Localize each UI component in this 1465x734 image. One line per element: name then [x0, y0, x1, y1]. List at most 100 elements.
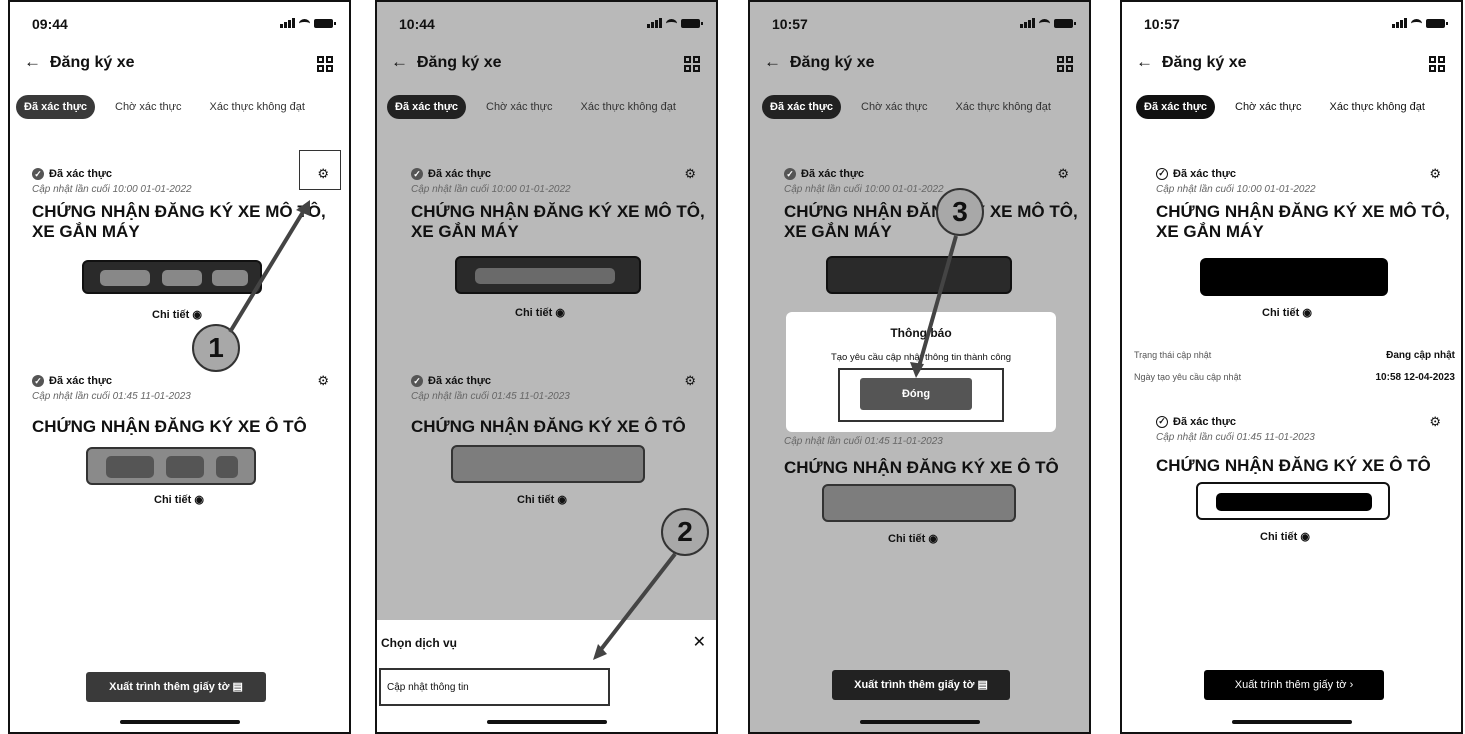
license-plate-redacted — [82, 260, 262, 294]
last-updated: Cập nhật lần cuối 10:00 01-01-2022 — [32, 184, 192, 195]
clock: 10:57 — [1144, 16, 1180, 32]
card-title: CHỨNG NHẬN ĐĂNG KÝ XE Ô TÔ — [32, 417, 307, 436]
license-plate-redacted — [455, 256, 641, 294]
screen-4: 10:57 ← Đăng ký xe Đã xác thực Chờ xác t… — [1120, 0, 1463, 734]
signal-icon — [280, 18, 295, 28]
verified-status: ✓ Đã xác thực — [784, 168, 864, 180]
update-info-option[interactable]: Cập nhật thông tin — [379, 668, 610, 706]
tab-failed[interactable]: Xác thực không đạt — [573, 95, 684, 119]
gear-icon[interactable]: ⚙ — [1429, 166, 1441, 182]
detail-link[interactable]: Chi tiết ◉ — [888, 532, 938, 545]
export-documents-button[interactable]: Xuất trình thêm giấy tờ ▤ — [832, 670, 1010, 700]
service-bottom-sheet: Chọn dịch vụ ✕ Cập nhật thông tin — [377, 620, 716, 732]
eye-icon: ◉ — [555, 307, 565, 319]
gear-icon[interactable]: ⚙ — [684, 373, 696, 389]
screen-3: 10:57 ← Đăng ký xe Đã xác thực Chờ xác t… — [748, 0, 1091, 734]
last-updated: Cập nhật lần cuối 01:45 11-01-2023 — [32, 391, 191, 402]
status-bar: 10:57 — [750, 2, 1089, 42]
check-circle-icon: ✓ — [32, 375, 44, 387]
notification-dialog: Thông báo Tạo yêu cầu cập nhật thông tin… — [786, 312, 1056, 432]
chevron-right-icon: › — [1349, 679, 1354, 691]
detail-link[interactable]: Chi tiết ◉ — [1262, 306, 1312, 319]
gear-icon[interactable]: ⚙ — [1057, 166, 1069, 182]
gear-icon[interactable]: ⚙ — [317, 373, 329, 389]
license-plate-redacted — [1196, 482, 1390, 520]
update-status-row: Trạng thái cập nhật Đang cập nhật — [1134, 350, 1455, 361]
status-bar: 10:57 — [1122, 2, 1461, 42]
system-icons — [647, 18, 703, 28]
verified-status: ✓ Đã xác thực — [32, 375, 112, 387]
close-icon[interactable]: ✕ — [693, 632, 706, 652]
verified-status: ✓ Đã xác thực — [32, 168, 112, 180]
home-indicator — [859, 720, 980, 724]
app-header: ← Đăng ký xe — [750, 50, 1089, 80]
eye-icon: ◉ — [1302, 307, 1312, 319]
screen-2: 10:44 ← Đăng ký xe Đã xác thực Chờ xác t… — [375, 0, 718, 734]
tab-pending[interactable]: Chờ xác thực — [1227, 95, 1310, 119]
back-arrow-icon[interactable]: ← — [764, 52, 781, 72]
detail-link[interactable]: Chi tiết ◉ — [152, 308, 202, 321]
home-indicator — [486, 720, 607, 724]
qr-code-icon[interactable] — [317, 56, 333, 72]
export-documents-button[interactable]: Xuất trình thêm giấy tờ ▤ — [86, 672, 266, 702]
clock: 09:44 — [32, 16, 68, 32]
tab-verified[interactable]: Đã xác thực — [16, 95, 95, 119]
app-header: ← Đăng ký xe — [1122, 50, 1461, 80]
check-circle-icon: ✓ — [32, 168, 44, 180]
gear-icon[interactable]: ⚙ — [1429, 414, 1441, 430]
highlight-box — [299, 150, 341, 190]
request-date-value: 10:58 12-04-2023 — [1375, 372, 1455, 383]
tab-verified[interactable]: Đã xác thực — [1136, 95, 1215, 119]
check-circle-icon: ✓ — [1156, 416, 1168, 428]
page-title: Đăng ký xe — [50, 54, 135, 71]
card-title: CHỨNG NHẬN ĐĂNG KÝ XE Ô TÔ — [411, 417, 686, 436]
eye-icon: ◉ — [928, 533, 938, 545]
tab-pending[interactable]: Chờ xác thực — [107, 95, 190, 119]
eye-icon: ◉ — [194, 494, 204, 506]
qr-code-icon[interactable] — [684, 56, 700, 72]
system-icons — [1392, 18, 1448, 28]
license-plate-redacted — [826, 256, 1012, 294]
battery-icon — [314, 18, 336, 28]
detail-link[interactable]: Chi tiết ◉ — [154, 493, 204, 506]
verified-status: ✓ Đã xác thực — [1156, 168, 1236, 180]
back-arrow-icon[interactable]: ← — [391, 52, 408, 72]
back-arrow-icon[interactable]: ← — [24, 52, 41, 72]
license-plate-redacted — [86, 447, 256, 485]
page-title: Đăng ký xe — [1162, 54, 1247, 71]
request-date-row: Ngày tạo yêu cầu cập nhật 10:58 12-04-20… — [1134, 372, 1455, 383]
tab-failed[interactable]: Xác thực không đạt — [202, 95, 313, 119]
detail-link[interactable]: Chi tiết ◉ — [517, 493, 567, 506]
export-documents-button[interactable]: Xuất trình thêm giấy tờ › — [1204, 670, 1384, 700]
detail-link[interactable]: Chi tiết ◉ — [1260, 530, 1310, 543]
close-dialog-button[interactable]: Đóng — [860, 378, 972, 410]
tab-verified[interactable]: Đã xác thực — [762, 95, 841, 119]
qr-code-icon[interactable] — [1429, 56, 1445, 72]
system-icons — [1020, 18, 1076, 28]
tab-pending[interactable]: Chờ xác thực — [853, 95, 936, 119]
battery-icon — [1054, 18, 1076, 28]
status-bar: 09:44 — [10, 2, 349, 42]
tab-verified[interactable]: Đã xác thực — [387, 95, 466, 119]
step-badge: 1 — [192, 324, 240, 372]
tab-bar: Đã xác thực Chờ xác thực Xác thực không … — [16, 94, 341, 120]
tab-failed[interactable]: Xác thực không đạt — [1322, 95, 1433, 119]
last-updated: Cập nhật lần cuối 10:00 01-01-2022 — [1156, 184, 1316, 195]
detail-link[interactable]: Chi tiết ◉ — [515, 306, 565, 319]
card-title: CHỨNG NHẬN ĐĂNG KÝ XE Ô TÔ — [784, 458, 1059, 477]
car-registration-card: ✓ Đã xác thực ⚙ Cập nhật lần cuối 01:45 1… — [32, 373, 335, 515]
eye-icon: ◉ — [557, 494, 567, 506]
qr-code-icon[interactable] — [1057, 56, 1073, 72]
page-title: Đăng ký xe — [417, 54, 502, 71]
tab-failed[interactable]: Xác thực không đạt — [948, 95, 1059, 119]
system-icons — [280, 18, 336, 28]
motorbike-registration-card: ✓ Đã xác thực ⚙ Cập nhật lần cuối 10:00 0… — [1156, 166, 1450, 319]
check-circle-icon: ✓ — [411, 168, 423, 180]
step-badge: 3 — [936, 188, 984, 236]
back-arrow-icon[interactable]: ← — [1136, 52, 1153, 72]
tab-pending[interactable]: Chờ xác thực — [478, 95, 561, 119]
check-circle-icon: ✓ — [1156, 168, 1168, 180]
license-plate-redacted — [1200, 258, 1388, 296]
home-indicator — [1231, 720, 1352, 724]
gear-icon[interactable]: ⚙ — [684, 166, 696, 182]
